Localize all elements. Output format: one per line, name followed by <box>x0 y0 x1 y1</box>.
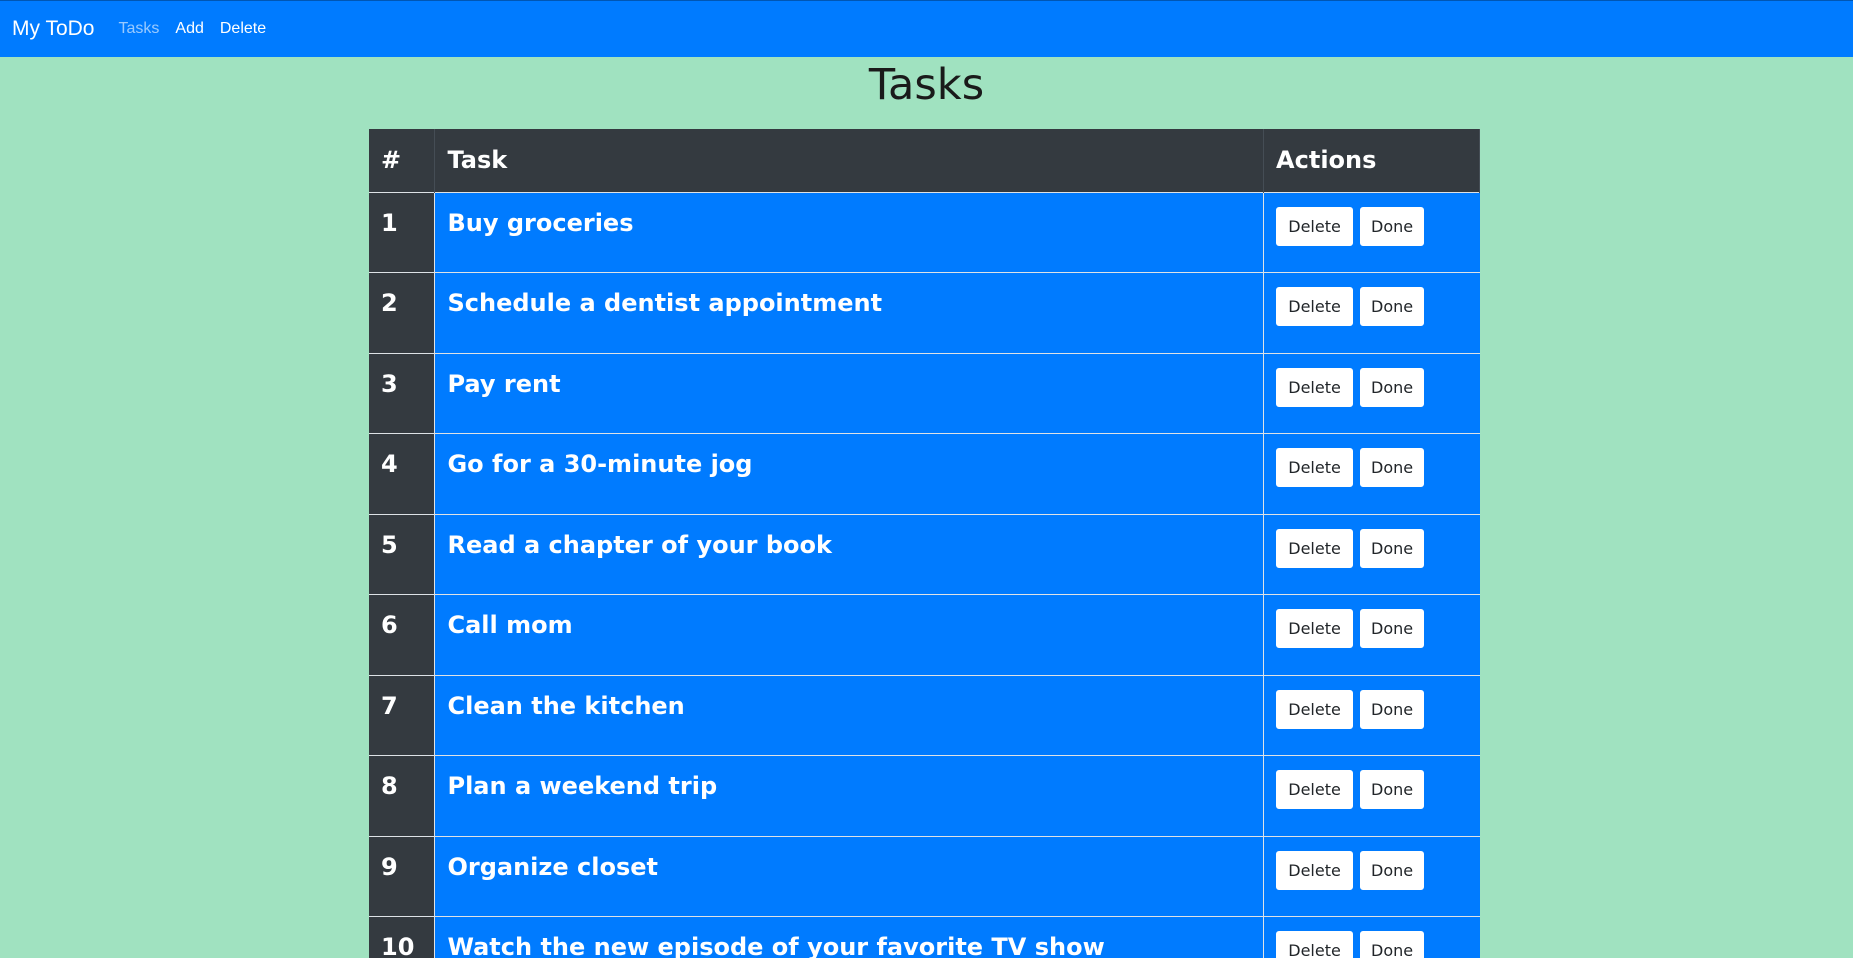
nav-link-tasks[interactable]: Tasks <box>118 20 159 38</box>
task-actions: Delete Done <box>1263 594 1480 675</box>
tasks-table-container: # Task Actions 1 Buy groceries Delete Done 2… <box>369 129 1480 958</box>
table-row: 1 Buy groceries Delete Done <box>369 191 1480 273</box>
delete-task-button[interactable]: Delete <box>1276 931 1354 958</box>
table-body: 1 Buy groceries Delete Done 2 Schedule a dent… <box>369 191 1480 958</box>
delete-task-button[interactable]: Delete <box>1276 206 1354 246</box>
task-actions: Delete Done <box>1263 191 1480 273</box>
task-number: 2 <box>369 272 435 353</box>
task-actions: Delete Done <box>1263 674 1480 756</box>
done-task-button[interactable]: Done <box>1360 528 1425 568</box>
task-actions: Delete Done <box>1263 433 1480 514</box>
nav-link-add[interactable]: Add <box>175 20 203 38</box>
table-row: 8 Plan a weekend trip Delete Done <box>369 755 1480 836</box>
delete-task-button[interactable]: Delete <box>1276 528 1354 568</box>
delete-task-button[interactable]: Delete <box>1276 689 1354 729</box>
task-number: 6 <box>369 594 435 675</box>
task-text: Plan a weekend trip <box>434 755 1264 836</box>
task-actions: Delete Done <box>1263 513 1480 595</box>
task-actions: Delete Done <box>1263 755 1480 836</box>
task-number: 4 <box>369 433 435 514</box>
done-task-button[interactable]: Done <box>1360 609 1425 648</box>
done-task-button[interactable]: Done <box>1360 448 1425 487</box>
task-number: 7 <box>369 674 435 756</box>
task-text: Pay rent <box>434 352 1264 434</box>
table-row: 3 Pay rent Delete Done <box>369 352 1480 434</box>
done-task-button[interactable]: Done <box>1360 770 1425 809</box>
delete-task-button[interactable]: Delete <box>1276 850 1354 890</box>
task-text: Call mom <box>434 594 1264 675</box>
task-text: Watch the new episode of your favorite T… <box>434 916 1264 958</box>
task-number: 10 <box>369 916 435 958</box>
task-text: Clean the kitchen <box>434 674 1264 756</box>
table-row: 9 Organize closet Delete Done <box>369 835 1480 917</box>
table-header-row: # Task Actions <box>369 129 1480 192</box>
tasks-table: # Task Actions 1 Buy groceries Delete Done 2… <box>369 129 1480 958</box>
header-task: Task <box>434 129 1265 192</box>
header-number: # <box>369 129 436 192</box>
task-text: Go for a 30-minute jog <box>434 433 1264 514</box>
task-text: Buy groceries <box>434 191 1264 273</box>
table-row: 4 Go for a 30-minute jog Delete Done <box>369 433 1480 514</box>
nav-link-delete[interactable]: Delete <box>220 20 266 38</box>
table-row: 7 Clean the kitchen Delete Done <box>369 674 1480 756</box>
delete-task-button[interactable]: Delete <box>1276 367 1354 407</box>
task-actions: Delete Done <box>1263 916 1480 958</box>
delete-task-button[interactable]: Delete <box>1276 287 1354 326</box>
task-actions: Delete Done <box>1263 352 1480 434</box>
table-row: 6 Call mom Delete Done <box>369 594 1480 675</box>
task-number: 3 <box>369 352 435 434</box>
delete-task-button[interactable]: Delete <box>1276 609 1354 648</box>
task-actions: Delete Done <box>1263 272 1480 353</box>
task-number: 9 <box>369 835 435 917</box>
table-row: 5 Read a chapter of your book Delete Done <box>369 513 1480 595</box>
page-title: Tasks <box>868 60 985 110</box>
task-number: 8 <box>369 755 435 836</box>
header-actions: Actions <box>1263 129 1480 192</box>
table-row: 2 Schedule a dentist appointment Delete Don… <box>369 272 1480 353</box>
navbar: My ToDo Tasks Add Delete <box>0 0 1853 57</box>
done-task-button[interactable]: Done <box>1360 287 1425 326</box>
task-actions: Delete Done <box>1263 835 1480 917</box>
task-text: Read a chapter of your book <box>434 513 1264 595</box>
delete-task-button[interactable]: Delete <box>1276 770 1354 809</box>
task-text: Organize closet <box>434 835 1264 917</box>
done-task-button[interactable]: Done <box>1360 206 1425 246</box>
table-row: 10 Watch the new episode of your favorite… <box>369 916 1480 958</box>
navbar-brand[interactable]: My ToDo <box>12 17 94 41</box>
task-number: 1 <box>369 191 435 273</box>
delete-task-button[interactable]: Delete <box>1276 448 1354 487</box>
done-task-button[interactable]: Done <box>1360 367 1425 407</box>
done-task-button[interactable]: Done <box>1360 850 1425 890</box>
done-task-button[interactable]: Done <box>1360 931 1425 958</box>
task-number: 5 <box>369 513 435 595</box>
task-text: Schedule a dentist appointment <box>434 272 1264 353</box>
done-task-button[interactable]: Done <box>1360 689 1425 729</box>
table-header: # Task Actions <box>369 129 1480 192</box>
